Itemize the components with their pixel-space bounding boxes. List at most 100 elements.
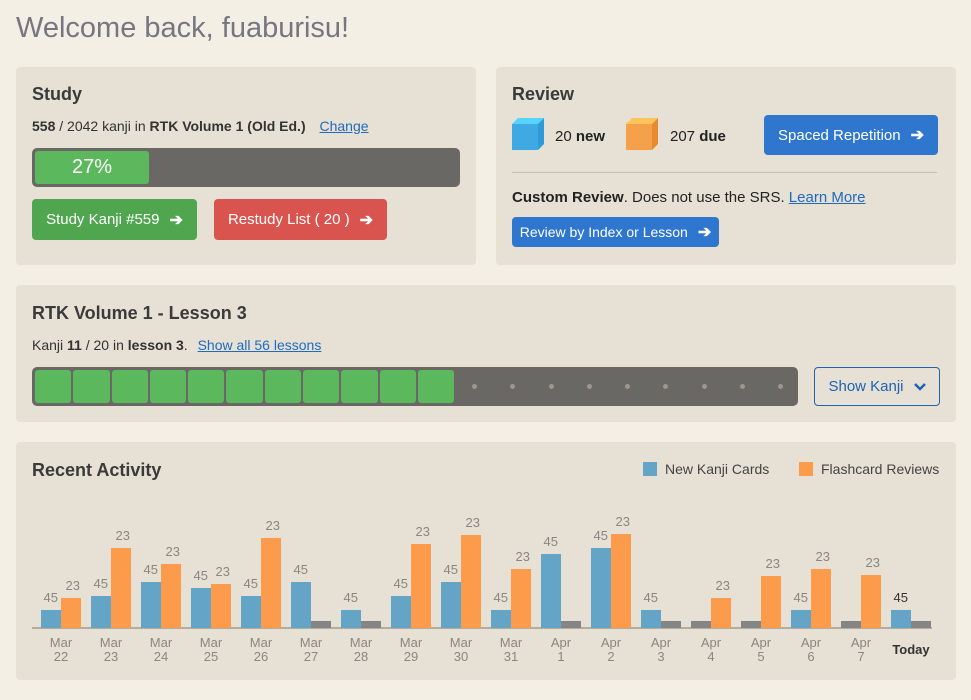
bar-flashcard-review bbox=[911, 621, 931, 628]
bar-new-kanji bbox=[141, 582, 161, 628]
bar-new-kanji bbox=[741, 621, 761, 628]
data-label: 23 bbox=[216, 564, 230, 579]
study-progress-fill: 27% bbox=[35, 151, 149, 184]
x-tick-month: Mar bbox=[350, 635, 373, 650]
study-progress-text: 558 / 2042 kanji in RTK Volume 1 (Old Ed… bbox=[32, 118, 369, 134]
pending-dot bbox=[586, 384, 592, 389]
review-by-index-label: Review by Index or Lesson bbox=[519, 224, 688, 240]
x-tick-month: Apr bbox=[601, 635, 622, 650]
data-label: 45 bbox=[44, 590, 58, 605]
lesson-kanji-completed bbox=[264, 370, 302, 403]
restudy-list-button[interactable]: Restudy List ( 20 ) ➔ bbox=[214, 199, 387, 240]
bar-new-kanji bbox=[191, 588, 211, 628]
custom-review-bold: Custom Review bbox=[512, 189, 624, 206]
bar-new-kanji bbox=[841, 621, 861, 628]
x-tick-day: 4 bbox=[707, 649, 714, 664]
data-label: 45 bbox=[344, 590, 358, 605]
lesson-kanji-pending bbox=[495, 370, 531, 403]
x-tick-day: 30 bbox=[454, 649, 468, 664]
bar-flashcard-review bbox=[111, 548, 131, 628]
data-label: 23 bbox=[866, 555, 880, 570]
lesson-kanji-completed bbox=[417, 370, 455, 403]
lesson-progress-text: Kanji 11 / 20 in lesson 3. Show all 56 l… bbox=[32, 337, 322, 353]
lesson-kanji-pending bbox=[763, 370, 799, 403]
lesson-kanji-completed bbox=[226, 370, 263, 403]
due-count: 207 due bbox=[670, 128, 726, 145]
lesson-panel: RTK Volume 1 - Lesson 3 Kanji 11 / 20 in… bbox=[16, 285, 956, 422]
bar-flashcard-review bbox=[261, 538, 281, 628]
x-tick-day: 29 bbox=[404, 649, 418, 664]
x-tick-day: 25 bbox=[204, 649, 218, 664]
x-tick-day: 7 bbox=[857, 649, 864, 664]
bar-new-kanji bbox=[591, 548, 611, 628]
bar-flashcard-review bbox=[761, 576, 781, 628]
bar-new-kanji bbox=[241, 596, 261, 628]
x-tick-month: Apr bbox=[651, 635, 672, 650]
change-link[interactable]: Change bbox=[320, 118, 369, 134]
bar-new-kanji bbox=[391, 596, 411, 628]
bar-flashcard-review bbox=[411, 544, 431, 628]
data-label: 45 bbox=[494, 590, 508, 605]
new-count: 20 new bbox=[555, 128, 606, 145]
lesson-title: RTK Volume 1 - Lesson 3 bbox=[32, 303, 247, 323]
x-tick-day: 23 bbox=[104, 649, 118, 664]
data-label: 45 bbox=[594, 528, 608, 543]
learn-more-link[interactable]: Learn More bbox=[789, 189, 866, 206]
x-tick-day: 31 bbox=[504, 649, 518, 664]
show-kanji-label: Show Kanji bbox=[828, 378, 904, 395]
bar-new-kanji bbox=[491, 610, 511, 628]
data-label: 23 bbox=[416, 524, 430, 539]
bar-flashcard-review bbox=[561, 621, 581, 628]
data-label: 23 bbox=[166, 544, 180, 559]
data-label: 23 bbox=[516, 549, 530, 564]
x-tick-day: 28 bbox=[354, 649, 368, 664]
review-by-index-button[interactable]: Review by Index or Lesson ➔ bbox=[512, 217, 719, 247]
show-kanji-button[interactable]: Show Kanji bbox=[814, 367, 940, 406]
data-label: 45 bbox=[244, 576, 258, 591]
lesson-kanji-completed bbox=[379, 370, 416, 403]
x-tick-day: 3 bbox=[657, 649, 664, 664]
x-tick-month: Mar bbox=[50, 635, 73, 650]
pending-dot bbox=[548, 384, 554, 389]
bar-flashcard-review bbox=[311, 621, 331, 628]
review-panel: Review 20 new 207 due Spaced Repetition … bbox=[496, 67, 956, 265]
data-label: 23 bbox=[266, 518, 280, 533]
lesson-kanji-pending bbox=[571, 370, 607, 403]
bar-new-kanji bbox=[791, 610, 811, 628]
lesson-progress-bar bbox=[32, 367, 798, 406]
x-tick-day: 2 bbox=[607, 649, 614, 664]
spaced-repetition-label: Spaced Repetition bbox=[778, 126, 901, 144]
due-cube-icon bbox=[626, 118, 658, 150]
bar-new-kanji bbox=[691, 621, 711, 628]
x-tick-month: Apr bbox=[701, 635, 722, 650]
book-name: RTK Volume 1 (Old Ed.) bbox=[149, 118, 306, 134]
study-panel: Study 558 / 2042 kanji in RTK Volume 1 (… bbox=[16, 67, 476, 265]
study-kanji-label: Study Kanji #559 bbox=[46, 211, 160, 228]
pending-dot bbox=[471, 384, 477, 389]
bar-flashcard-review bbox=[661, 621, 681, 628]
bar-flashcard-review bbox=[211, 584, 231, 628]
spaced-repetition-button[interactable]: Spaced Repetition ➔ bbox=[764, 115, 938, 155]
data-label: 45 bbox=[794, 590, 808, 605]
bar-flashcard-review bbox=[811, 569, 831, 628]
study-kanji-button[interactable]: Study Kanji #559 ➔ bbox=[32, 199, 197, 240]
new-cube-icon bbox=[512, 118, 544, 150]
x-tick-month: Apr bbox=[851, 635, 872, 650]
data-label: 45 bbox=[194, 568, 208, 583]
x-tick-month: Mar bbox=[300, 635, 323, 650]
show-all-lessons-link[interactable]: Show all 56 lessons bbox=[198, 337, 322, 353]
review-title: Review bbox=[512, 84, 575, 104]
x-tick-month: Apr bbox=[801, 635, 822, 650]
data-label: 45 bbox=[94, 576, 108, 591]
lesson-kanji-completed bbox=[35, 370, 72, 403]
data-label: 45 bbox=[394, 576, 408, 591]
study-progress-bar: 27% bbox=[32, 148, 460, 187]
lesson-kanji-completed bbox=[73, 370, 110, 403]
x-tick-month: Apr bbox=[751, 635, 772, 650]
study-title: Study bbox=[32, 84, 83, 104]
data-label: 23 bbox=[816, 549, 830, 564]
x-tick-day: 6 bbox=[807, 649, 814, 664]
lesson-kanji-completed bbox=[303, 370, 340, 403]
lesson-kanji-pending bbox=[609, 370, 645, 403]
bar-new-kanji bbox=[341, 610, 361, 628]
